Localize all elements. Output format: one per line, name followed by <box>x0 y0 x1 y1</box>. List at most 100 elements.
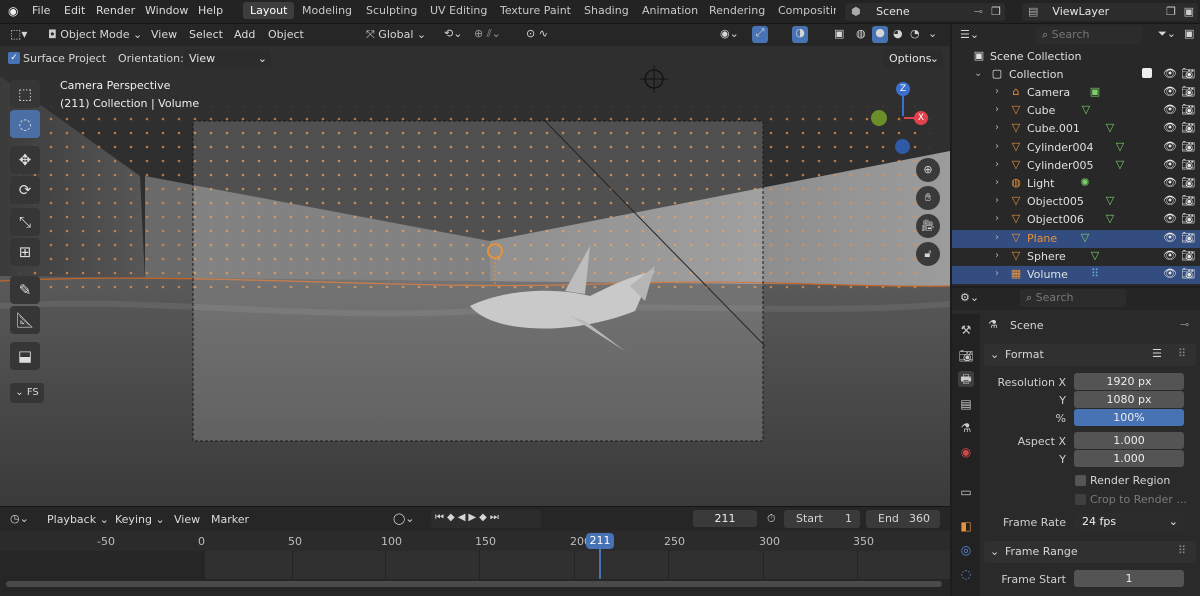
mesh-data-icon[interactable]: ▽ <box>1078 231 1092 245</box>
jump-end-icon[interactable]: ⏭ <box>490 512 502 523</box>
copy-scene-icon[interactable]: ❐ <box>991 5 1001 18</box>
output-tab-icon[interactable]: 🖶︎ <box>958 371 974 387</box>
properties-search-input[interactable]: ⌕ Search <box>1020 289 1126 307</box>
outliner-item-object006[interactable]: › ▽ Object006 ▽ 👁︎ 📷︎ <box>952 211 1200 229</box>
tab-shading[interactable]: Shading <box>584 4 629 17</box>
timeline-menu-keying[interactable]: Keying ⌄ <box>115 513 165 526</box>
render-region-checkbox[interactable] <box>1075 475 1086 486</box>
vp-menu-object[interactable]: Object <box>268 28 304 41</box>
mesh-data-icon[interactable]: ▽ <box>1103 212 1117 226</box>
gizmo-x-axis[interactable]: X <box>914 111 928 125</box>
eye-icon[interactable]: 👁︎ <box>1163 85 1177 98</box>
timeline-menu-view[interactable]: View <box>174 513 200 526</box>
chevron-right-icon[interactable]: › <box>995 141 999 152</box>
outliner-item-cube-001[interactable]: › ▽ Cube.001 ▽ 👁︎ 📷︎ <box>952 120 1200 138</box>
outliner-search-input[interactable]: ⌕ Search <box>1036 26 1142 44</box>
aspect-y-field[interactable]: 1.000 <box>1074 450 1184 467</box>
outliner-editor-icon[interactable]: ☰⌄ <box>960 28 979 41</box>
resolution-y-field[interactable]: 1080 px <box>1074 391 1184 408</box>
drag-handle-icon[interactable]: ⠿ <box>1178 347 1186 360</box>
properties-editor-icon[interactable]: ⚙⌄ <box>960 291 979 304</box>
outliner-item-object005[interactable]: › ▽ Object005 ▽ 👁︎ 📷︎ <box>952 193 1200 211</box>
resolution-x-field[interactable]: 1920 px <box>1074 373 1184 390</box>
world-tab-icon[interactable]: ◉ <box>958 444 974 460</box>
chevron-right-icon[interactable]: › <box>995 122 999 133</box>
menu-file[interactable]: File <box>32 4 50 17</box>
end-frame-field[interactable]: End 360 <box>866 510 940 528</box>
gizmo-neg-z-axis[interactable] <box>895 139 910 154</box>
rotate-tool-icon[interactable]: ⟳ <box>10 176 40 204</box>
tab-layout[interactable]: Layout <box>243 2 295 19</box>
mode-selector[interactable]: ◘ Object Mode ⌄ <box>48 28 142 41</box>
measure-tool-icon[interactable]: 📐︎ <box>10 306 40 334</box>
frame-rate-dropdown[interactable]: 24 fps ⌄ <box>1074 513 1184 530</box>
chevron-right-icon[interactable]: › <box>995 213 999 224</box>
format-panel-header[interactable]: ⌄ Format ☰ ⠿ <box>984 344 1196 366</box>
gizmo-z-axis[interactable]: Z <box>896 82 910 96</box>
chevron-right-icon[interactable]: › <box>995 86 999 97</box>
scene-selector[interactable]: ⬢ Scene ⊸ ❐ <box>845 3 1005 21</box>
resolution-percent-field[interactable]: 100% <box>1074 409 1184 426</box>
chevron-right-icon[interactable]: › <box>995 268 999 279</box>
wireframe-shading-icon[interactable]: ◍ <box>856 27 866 40</box>
view-layer-tab-icon[interactable]: ▤ <box>958 396 974 412</box>
3d-viewport[interactable]: Camera Perspective (211) Collection | Vo… <box>0 46 950 506</box>
tab-rendering[interactable]: Rendering <box>709 4 765 17</box>
render-tab-icon[interactable]: 📷︎ <box>958 348 974 364</box>
annotate-tool-icon[interactable]: ✎ <box>10 276 40 304</box>
copy-view-layer-icon[interactable]: ❐ <box>1166 5 1176 18</box>
eye-icon[interactable]: 👁︎ <box>1163 140 1177 153</box>
chevron-right-icon[interactable]: › <box>995 177 999 188</box>
overlays-icon[interactable]: ◑ <box>792 26 808 43</box>
eye-icon[interactable]: 👁︎ <box>1163 249 1177 262</box>
render-camera-icon[interactable]: 📷︎ <box>1181 121 1195 134</box>
timeline-scrollbar[interactable] <box>6 581 942 587</box>
render-camera-icon[interactable]: 📷︎ <box>1181 158 1195 171</box>
orientation-dropdown[interactable]: View ⌄ <box>183 49 271 68</box>
eye-icon[interactable]: 👁︎ <box>1163 67 1177 80</box>
play-icon[interactable]: ▶ <box>468 512 479 523</box>
mesh-data-icon[interactable]: ▽ <box>1079 103 1093 117</box>
solid-shading-icon[interactable]: ● <box>872 26 888 43</box>
chevron-right-icon[interactable]: › <box>995 159 999 170</box>
tab-texture-paint[interactable]: Texture Paint <box>500 4 571 17</box>
snap-icon[interactable]: ⊕ ⫽⌄ <box>474 27 501 41</box>
material-shading-icon[interactable]: ◕ <box>893 27 903 40</box>
tab-uv-editing[interactable]: UV Editing <box>430 4 487 17</box>
timeline-menu-marker[interactable]: Marker <box>211 513 249 526</box>
transform-orientation[interactable]: ⤧ Global ⌄ <box>366 28 426 42</box>
tab-compositing[interactable]: Compositin <box>778 4 836 17</box>
vp-menu-add[interactable]: Add <box>234 28 255 41</box>
camera-data-icon[interactable]: ▣ <box>1088 85 1102 99</box>
tab-sculpting[interactable]: Sculpting <box>366 4 417 17</box>
light-data-icon[interactable]: ✺ <box>1078 176 1092 190</box>
eye-icon[interactable]: 👁︎ <box>1163 267 1177 280</box>
menu-help[interactable]: Help <box>198 4 223 17</box>
pin-icon[interactable]: ⊸ <box>974 5 983 18</box>
shading-options-icon[interactable]: ⌄ <box>928 27 937 40</box>
pivot-icon[interactable]: ⟲⌄ <box>444 27 462 40</box>
chevron-down-icon[interactable]: ⌄ <box>974 68 982 79</box>
outliner-item-cylinder004[interactable]: › ▽ Cylinder004 ▽ 👁︎ 📷︎ <box>952 139 1200 157</box>
modifier-tab-icon[interactable]: ◎ <box>958 542 974 558</box>
stopwatch-icon[interactable]: ⏱ <box>767 512 776 526</box>
surface-project-checkbox[interactable]: ✓ <box>8 52 20 64</box>
chevron-right-icon[interactable]: › <box>995 232 999 243</box>
playhead-indicator[interactable]: 211 <box>586 533 614 549</box>
mesh-data-icon[interactable]: ▽ <box>1103 194 1117 208</box>
eye-icon[interactable]: 👁︎ <box>1163 194 1177 207</box>
outliner-item-volume[interactable]: › ▦ Volume ⠿ 👁︎ 📷︎ <box>952 266 1200 284</box>
menu-edit[interactable]: Edit <box>64 4 85 17</box>
physics-tab-icon[interactable]: ◌ <box>958 566 974 582</box>
play-reverse-icon[interactable]: ◀ <box>458 512 469 523</box>
volume-data-icon[interactable]: ⠿ <box>1088 267 1102 281</box>
xray-icon[interactable]: ▣ <box>834 27 844 40</box>
eye-icon[interactable]: 👁︎ <box>1163 103 1177 116</box>
render-camera-icon[interactable]: 📷︎ <box>1181 267 1195 280</box>
menu-render[interactable]: Render <box>96 4 135 17</box>
drag-handle-icon[interactable]: ⠿ <box>1178 544 1186 557</box>
outliner-item-camera[interactable]: › ⌂ Camera ▣ 👁︎ 📷︎ <box>952 84 1200 102</box>
select-circle-tool-icon[interactable]: ◌ <box>10 110 40 138</box>
timeline-menu-playback[interactable]: Playback ⌄ <box>47 513 109 526</box>
outliner-item-light[interactable]: › ◍ Light ✺ 👁︎ 📷︎ <box>952 175 1200 193</box>
